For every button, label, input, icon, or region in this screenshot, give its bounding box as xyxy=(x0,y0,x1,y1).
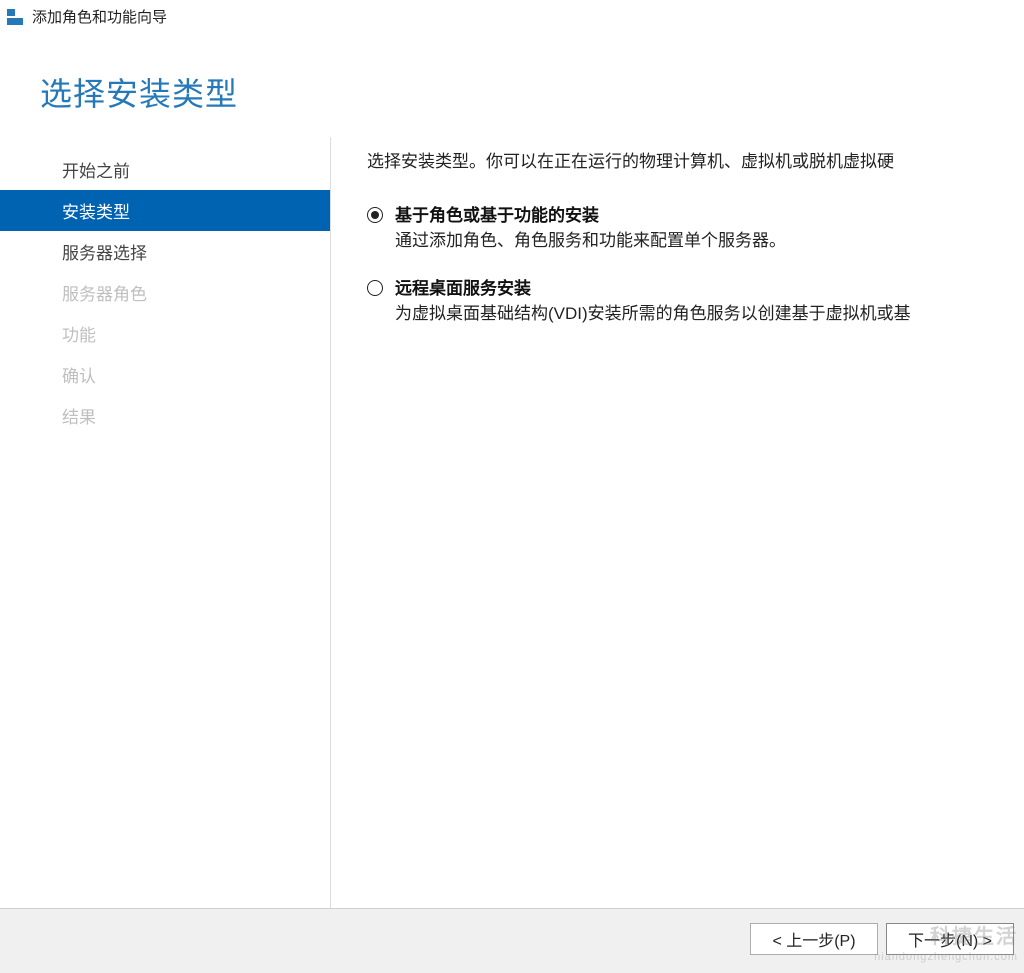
option-role-based[interactable]: 基于角色或基于功能的安装 通过添加角色、角色服务和功能来配置单个服务器。 xyxy=(367,203,1024,254)
option-rds[interactable]: 远程桌面服务安装 为虚拟桌面基础结构(VDI)安装所需的角色服务以创建基于虚拟机… xyxy=(367,276,1024,327)
next-button[interactable]: 下一步(N) > xyxy=(886,923,1014,955)
step-before-you-begin[interactable]: 开始之前 xyxy=(0,149,330,190)
window-title: 添加角色和功能向导 xyxy=(32,6,167,27)
option-rds-title: 远程桌面服务安装 xyxy=(395,276,911,302)
step-confirmation: 确认 xyxy=(0,354,330,395)
option-role-based-desc: 通过添加角色、角色服务和功能来配置单个服务器。 xyxy=(395,228,786,254)
step-features: 功能 xyxy=(0,313,330,354)
content-pane: 选择安装类型。你可以在正在运行的物理计算机、虚拟机或脱机虚拟硬 基于角色或基于功… xyxy=(331,143,1024,908)
titlebar: 添加角色和功能向导 xyxy=(0,0,1024,33)
page-title: 选择安装类型 xyxy=(40,69,984,115)
step-server-selection[interactable]: 服务器选择 xyxy=(0,231,330,272)
footer-buttons: < 上一步(P) 下一步(N) > xyxy=(0,908,1024,973)
radio-role-based[interactable] xyxy=(367,207,383,223)
step-server-roles: 服务器角色 xyxy=(0,272,330,313)
step-results: 结果 xyxy=(0,395,330,436)
app-icon xyxy=(6,8,24,26)
header: 选择安装类型 xyxy=(0,33,1024,143)
radio-rds[interactable] xyxy=(367,280,383,296)
step-installation-type[interactable]: 安装类型 xyxy=(0,190,330,231)
option-role-based-title: 基于角色或基于功能的安装 xyxy=(395,203,786,229)
option-rds-desc: 为虚拟桌面基础结构(VDI)安装所需的角色服务以创建基于虚拟机或基 xyxy=(395,301,911,327)
wizard-steps: 开始之前 安装类型 服务器选择 服务器角色 功能 确认 结果 xyxy=(0,143,330,908)
instruction-text: 选择安装类型。你可以在正在运行的物理计算机、虚拟机或脱机虚拟硬 xyxy=(367,149,1024,175)
prev-button[interactable]: < 上一步(P) xyxy=(750,923,878,955)
